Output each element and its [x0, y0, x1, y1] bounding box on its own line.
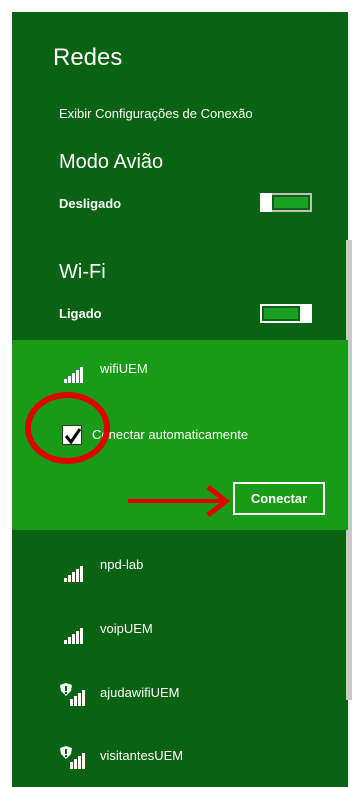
airplane-mode-status: Desligado: [59, 196, 122, 211]
network-list-item[interactable]: npd-lab: [100, 557, 143, 572]
toggle-knob: [260, 193, 272, 212]
wifi-signal-icon: [64, 566, 86, 582]
wifi-status: Ligado: [59, 306, 102, 321]
wifi-signal-icon: [64, 628, 86, 644]
toggle-track: [274, 197, 308, 208]
annotation-arrow-icon: [128, 485, 231, 517]
auto-connect-label[interactable]: Conectar automaticamente: [92, 427, 248, 442]
toggle-track: [264, 308, 298, 319]
network-list-item[interactable]: ajudawifiUEM: [100, 685, 179, 700]
connect-button[interactable]: Conectar: [233, 482, 325, 515]
annotation-circle: [25, 392, 110, 464]
network-list-item[interactable]: visitantesUEM: [100, 748, 183, 763]
airplane-mode-title: Modo Avião: [59, 151, 164, 173]
wifi-toggle[interactable]: [260, 304, 312, 323]
wifi-title: Wi-Fi: [59, 261, 106, 283]
connection-settings-link[interactable]: Exibir Configurações de Conexão: [59, 106, 253, 121]
network-name: wifiUEM: [100, 361, 148, 376]
cropped-caption: [0, 0, 353, 12]
airplane-mode-toggle[interactable]: [260, 193, 312, 212]
network-list-item[interactable]: voipUEM: [100, 621, 153, 636]
panel-title: Redes: [53, 44, 123, 71]
wifi-signal-icon: [64, 753, 86, 769]
toggle-knob: [300, 304, 312, 323]
wifi-signal-icon: [64, 367, 86, 383]
wifi-signal-icon: [64, 690, 86, 706]
